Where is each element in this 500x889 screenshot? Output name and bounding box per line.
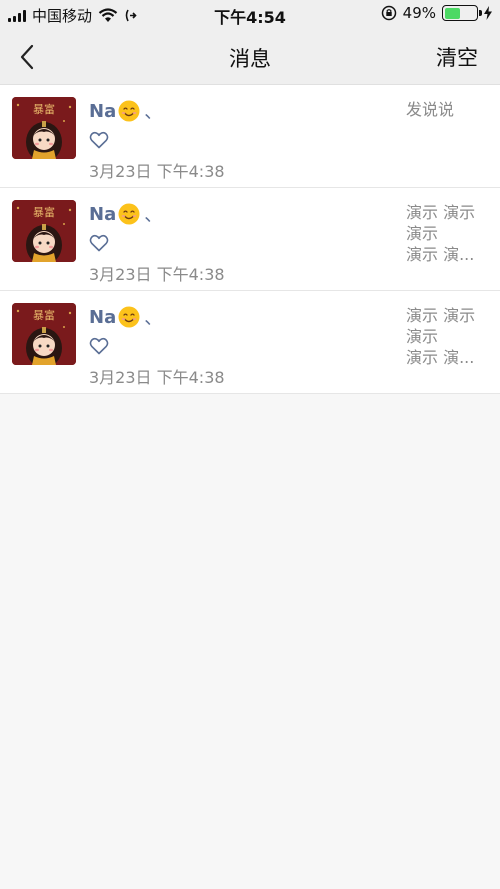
preview-line: 演示 演... — [406, 245, 475, 264]
battery-icon — [442, 5, 482, 21]
message-item-1[interactable]: 暴富 Na 、 3月23日 下午4:38 发说说 — [0, 85, 500, 188]
message-time: 3月23日 下午4:38 — [89, 368, 225, 387]
charging-icon — [484, 6, 492, 20]
name-suffix: 、 — [144, 205, 163, 226]
sender-row: Na 、 — [89, 201, 162, 227]
page-title: 消息 — [229, 47, 271, 71]
avatar[interactable]: 暴富 — [12, 97, 76, 159]
chevron-left-icon — [20, 44, 34, 70]
preview-line: 演示 — [406, 327, 439, 346]
message-preview: 演示 演示 演示演示 演... — [406, 202, 486, 265]
status-right: 49% — [381, 4, 492, 22]
sender-name[interactable]: Na — [89, 307, 116, 328]
sender-row: Na 、 — [89, 98, 162, 124]
message-preview: 发说说 — [406, 99, 486, 120]
sender-name[interactable]: Na — [89, 101, 116, 122]
avatar-text: 暴富 — [33, 308, 55, 322]
nav-bar: 消息 清空 — [0, 30, 500, 85]
sender-name[interactable]: Na — [89, 204, 116, 225]
message-time: 3月23日 下午4:38 — [89, 265, 225, 284]
heart-icon — [89, 234, 109, 252]
clear-button[interactable]: 清空 — [436, 42, 478, 72]
smiling-face-icon — [118, 203, 140, 225]
message-time: 3月23日 下午4:38 — [89, 162, 225, 181]
smiling-face-icon — [118, 306, 140, 328]
message-item-2[interactable]: 暴富 Na 、 3月23日 下午4:38 演示 演示 演示 演示 演... — [0, 188, 500, 291]
back-button[interactable] — [14, 42, 44, 72]
preview-line: 演示 — [406, 224, 439, 243]
avatar-image: 暴富 — [12, 97, 76, 159]
sender-row: Na 、 — [89, 304, 162, 330]
heart-icon — [89, 131, 109, 149]
message-list: 暴富 Na 、 3月23日 下午4:38 发说说 暴富 Na 、 3月23日 下… — [0, 85, 500, 889]
preview-line: 演示 演示 — [406, 203, 476, 222]
preview-line: 发说说 — [406, 100, 455, 119]
avatar-image: 暴富 — [12, 303, 76, 365]
preview-line: 演示 演示 — [406, 306, 476, 325]
avatar-text: 暴富 — [33, 102, 55, 116]
battery-percent: 49% — [402, 4, 436, 22]
message-preview: 演示 演示 演示演示 演... — [406, 305, 486, 368]
status-bar: 中国移动 下午4:54 49% — [0, 0, 500, 30]
avatar-image: 暴富 — [12, 200, 76, 262]
avatar[interactable]: 暴富 — [12, 303, 76, 365]
smiling-face-icon — [118, 100, 140, 122]
battery-fill — [444, 7, 460, 19]
message-item-3[interactable]: 暴富 Na 、 3月23日 下午4:38 演示 演示 演示 演示 演... — [0, 291, 500, 394]
avatar[interactable]: 暴富 — [12, 200, 76, 262]
name-suffix: 、 — [144, 308, 163, 329]
preview-line: 演示 演... — [406, 348, 475, 367]
rotation-lock-icon — [381, 5, 396, 21]
avatar-text: 暴富 — [33, 205, 55, 219]
name-suffix: 、 — [144, 102, 163, 123]
heart-icon — [89, 337, 109, 355]
